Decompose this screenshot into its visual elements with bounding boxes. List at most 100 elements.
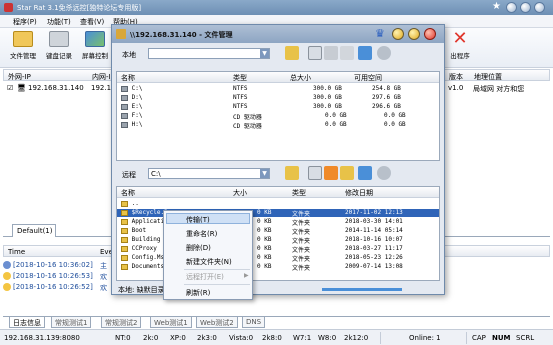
ctx-transfer[interactable]: 传输(T) bbox=[186, 215, 210, 225]
dialog-close-button[interactable] bbox=[424, 28, 436, 40]
drive-icon bbox=[121, 94, 128, 101]
delete-icon[interactable] bbox=[324, 166, 338, 180]
file-manager-dialog: \\192.168.31.140 - 文件管理 ♛ 本地 ▼ 名称 类型 总大小… bbox=[111, 24, 445, 295]
refresh-icon[interactable] bbox=[377, 166, 391, 180]
ctx-rename[interactable]: 重命名(R) bbox=[186, 229, 217, 239]
pin-icon[interactable]: ♛ bbox=[375, 27, 385, 40]
tab-log[interactable]: 日志信息 bbox=[9, 317, 45, 328]
remote-col-date[interactable]: 修改日期 bbox=[345, 188, 373, 198]
tab-test1[interactable]: 常规测试1 bbox=[51, 317, 92, 328]
star-icon bbox=[3, 283, 11, 291]
host-version: v1.0 bbox=[448, 84, 464, 92]
status-w8: W8:0 bbox=[318, 334, 337, 342]
local-col-name[interactable]: 名称 bbox=[121, 73, 135, 83]
remote-path-value: C:\ bbox=[151, 170, 161, 178]
copy-icon[interactable] bbox=[308, 46, 322, 60]
paste-icon[interactable] bbox=[340, 46, 354, 60]
local-file-grid: 名称 类型 总大小 可用空间 C:\ NTFS 300.0 GB 254.8 G… bbox=[116, 71, 440, 161]
star-icon[interactable]: ★ bbox=[492, 1, 501, 12]
remote-col-size[interactable]: 大小 bbox=[233, 188, 247, 198]
status-nt: NT:0 bbox=[115, 334, 131, 342]
status-2k3: 2k3:0 bbox=[197, 334, 217, 342]
info-icon bbox=[3, 261, 11, 269]
local-col-free[interactable]: 可用空间 bbox=[354, 73, 382, 83]
status-xp: XP:0 bbox=[170, 334, 186, 342]
local-row[interactable]: D:\ NTFS 300.0 GB 297.6 GB bbox=[117, 94, 439, 102]
tab-web1[interactable]: Web测试1 bbox=[150, 317, 192, 328]
folder-icon bbox=[121, 236, 128, 243]
folder-icon bbox=[121, 245, 128, 252]
ctx-delete[interactable]: 删除(D) bbox=[186, 243, 211, 253]
local-path-combo[interactable]: ▼ bbox=[148, 48, 270, 59]
remote-path-combo[interactable]: C:\ ▼ bbox=[148, 168, 270, 179]
tab-test2[interactable]: 常规测试2 bbox=[101, 317, 142, 328]
menu-program[interactable]: 程序(P) bbox=[13, 17, 37, 27]
host-checkbox[interactable]: ☑ bbox=[7, 84, 13, 92]
log-col-time[interactable]: Time bbox=[8, 248, 25, 256]
bottom-tabs: 日志信息 常规测试1 常规测试2 Web测试1 Web测试2 DNS bbox=[3, 316, 550, 328]
keylogger-button[interactable]: 键盘记录 bbox=[42, 31, 76, 66]
local-row[interactable]: C:\ NTFS 300.0 GB 254.8 GB bbox=[117, 85, 439, 93]
drive-icon bbox=[121, 103, 128, 110]
keyboard-icon bbox=[49, 31, 69, 47]
tab-dns[interactable]: DNS bbox=[242, 317, 266, 328]
status-bar: 192.168.31.139:8080 NT:0 2k:0 XP:0 2k3:0… bbox=[0, 329, 553, 345]
status-num: NUM bbox=[492, 334, 511, 342]
refresh-icon[interactable] bbox=[377, 46, 391, 60]
status-2k12: 2k12:0 bbox=[344, 334, 369, 342]
remote-col-name[interactable]: 名称 bbox=[121, 188, 135, 198]
tab-web2[interactable]: Web测试2 bbox=[196, 317, 238, 328]
minimize-button[interactable] bbox=[506, 2, 517, 13]
context-menu: 传输(T) 重命名(R) 删除(D) 新建文件夹(N) 远程打开(E) ▶ 刷新… bbox=[163, 210, 253, 300]
remote-grid-header: 名称 大小 类型 修改日期 bbox=[117, 187, 439, 198]
dialog-minimize-button[interactable] bbox=[392, 28, 404, 40]
ctx-refresh[interactable]: 刷新(R) bbox=[186, 288, 210, 298]
status-2k8: 2k8:0 bbox=[262, 334, 282, 342]
chevron-down-icon[interactable]: ▼ bbox=[260, 169, 269, 178]
exit-program-button[interactable]: ✕ 出程序 bbox=[440, 28, 480, 66]
local-grid-header: 名称 类型 总大小 可用空间 bbox=[117, 72, 439, 83]
transfer-progress bbox=[322, 288, 402, 291]
dialog-maximize-button[interactable] bbox=[408, 28, 420, 40]
remote-col-type[interactable]: 类型 bbox=[292, 188, 306, 198]
ctx-new-folder[interactable]: 新建文件夹(N) bbox=[186, 257, 232, 267]
ctx-divider bbox=[184, 269, 250, 270]
screen-control-button[interactable]: 屏幕控制 bbox=[78, 31, 112, 66]
ctx-remote-open[interactable]: 远程打开(E) bbox=[186, 272, 224, 282]
view-icon[interactable] bbox=[358, 166, 372, 180]
local-path-bar: 本地 ▼ bbox=[112, 43, 444, 71]
remote-label: 远程 bbox=[122, 171, 136, 179]
log-row[interactable]: [2018-10-16 10:26:53] 欢 bbox=[3, 272, 123, 283]
up-folder-icon[interactable] bbox=[285, 166, 299, 180]
view-icon[interactable] bbox=[358, 46, 372, 60]
local-row[interactable]: E:\ NTFS 300.0 GB 296.6 GB bbox=[117, 103, 439, 111]
remote-row[interactable]: .. bbox=[117, 200, 439, 208]
status-cap: CAP bbox=[472, 334, 486, 342]
maximize-button[interactable] bbox=[520, 2, 531, 13]
up-folder-icon[interactable] bbox=[285, 46, 299, 60]
status-separator bbox=[380, 332, 381, 344]
group-tab-default[interactable]: Default(1) bbox=[12, 224, 56, 237]
log-row[interactable]: [2018-10-16 10:26:52] 欢 bbox=[3, 283, 123, 294]
file-manager-button[interactable]: 文件管理 bbox=[6, 31, 40, 66]
close-button[interactable] bbox=[534, 2, 545, 13]
local-col-type[interactable]: 类型 bbox=[233, 73, 247, 83]
new-folder-icon[interactable] bbox=[340, 166, 354, 180]
local-label: 本地 bbox=[122, 51, 136, 59]
local-row[interactable]: F:\ CD 驱动器 0.0 GB 0.0 GB bbox=[117, 112, 439, 121]
folder-icon bbox=[121, 200, 128, 207]
local-col-total[interactable]: 总大小 bbox=[290, 73, 311, 83]
cut-icon[interactable] bbox=[324, 46, 338, 60]
close-x-icon: ✕ bbox=[452, 28, 468, 49]
copy-icon[interactable] bbox=[308, 166, 322, 180]
folder-icon bbox=[121, 227, 128, 234]
screen-icon bbox=[85, 31, 105, 47]
menu-function[interactable]: 功能(T) bbox=[47, 17, 71, 27]
local-row[interactable]: H:\ CD 驱动器 0.0 GB 0.0 GB bbox=[117, 121, 439, 130]
menu-view[interactable]: 查看(V) bbox=[80, 17, 104, 27]
chevron-down-icon[interactable]: ▼ bbox=[260, 49, 269, 58]
log-row[interactable]: [2018-10-16 10:36:02] 主 bbox=[3, 261, 123, 272]
dialog-title-bar: \\192.168.31.140 - 文件管理 ♛ bbox=[112, 25, 444, 43]
folder-icon bbox=[13, 31, 33, 47]
drive-icon bbox=[121, 85, 128, 92]
